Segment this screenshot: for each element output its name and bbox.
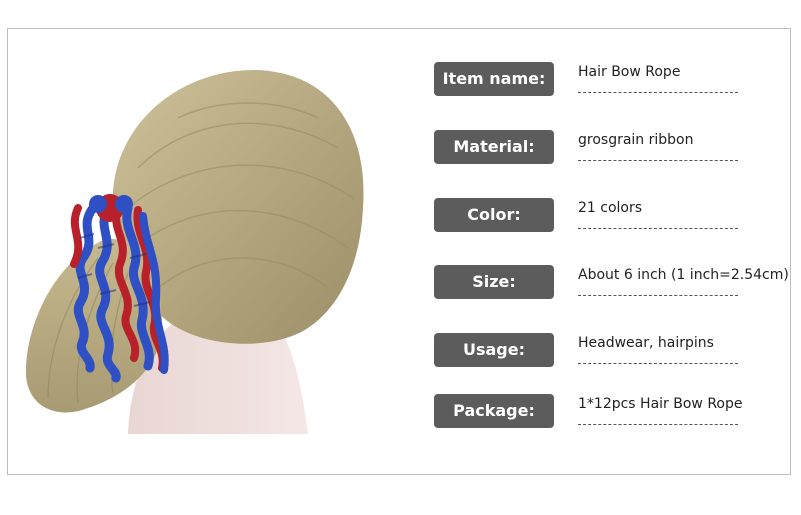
spec-label: Size: — [434, 265, 554, 299]
spec-label: Color: — [434, 198, 554, 232]
dashed-divider — [578, 363, 738, 364]
spec-value: 21 colors — [578, 200, 643, 216]
dashed-divider — [578, 424, 738, 425]
spec-row-item-name: Item name: Hair Bow Rope — [434, 62, 794, 102]
dashed-divider — [578, 295, 738, 296]
dashed-divider — [578, 228, 738, 229]
spec-label: Item name: — [434, 62, 554, 96]
spec-label: Package: — [434, 394, 554, 428]
spec-row-package: Package: 1*12pcs Hair Bow Rope — [434, 394, 794, 434]
dashed-divider — [578, 92, 738, 93]
spec-row-color: Color: 21 colors — [434, 198, 794, 238]
spec-value: 1*12pcs Hair Bow Rope — [578, 396, 743, 412]
spec-value: grosgrain ribbon — [578, 132, 694, 148]
product-photo — [25, 69, 364, 434]
spec-row-material: Material: grosgrain ribbon — [434, 130, 794, 170]
spec-value: Hair Bow Rope — [578, 64, 681, 80]
dashed-divider — [578, 160, 738, 161]
spec-label: Usage: — [434, 333, 554, 367]
spec-row-size: Size: About 6 inch (1 inch=2.54cm) — [434, 265, 794, 305]
spec-value: About 6 inch (1 inch=2.54cm) — [578, 267, 789, 283]
spec-label: Material: — [434, 130, 554, 164]
spec-value: Headwear, hairpins — [578, 335, 714, 351]
spec-row-usage: Usage: Headwear, hairpins — [434, 333, 794, 373]
